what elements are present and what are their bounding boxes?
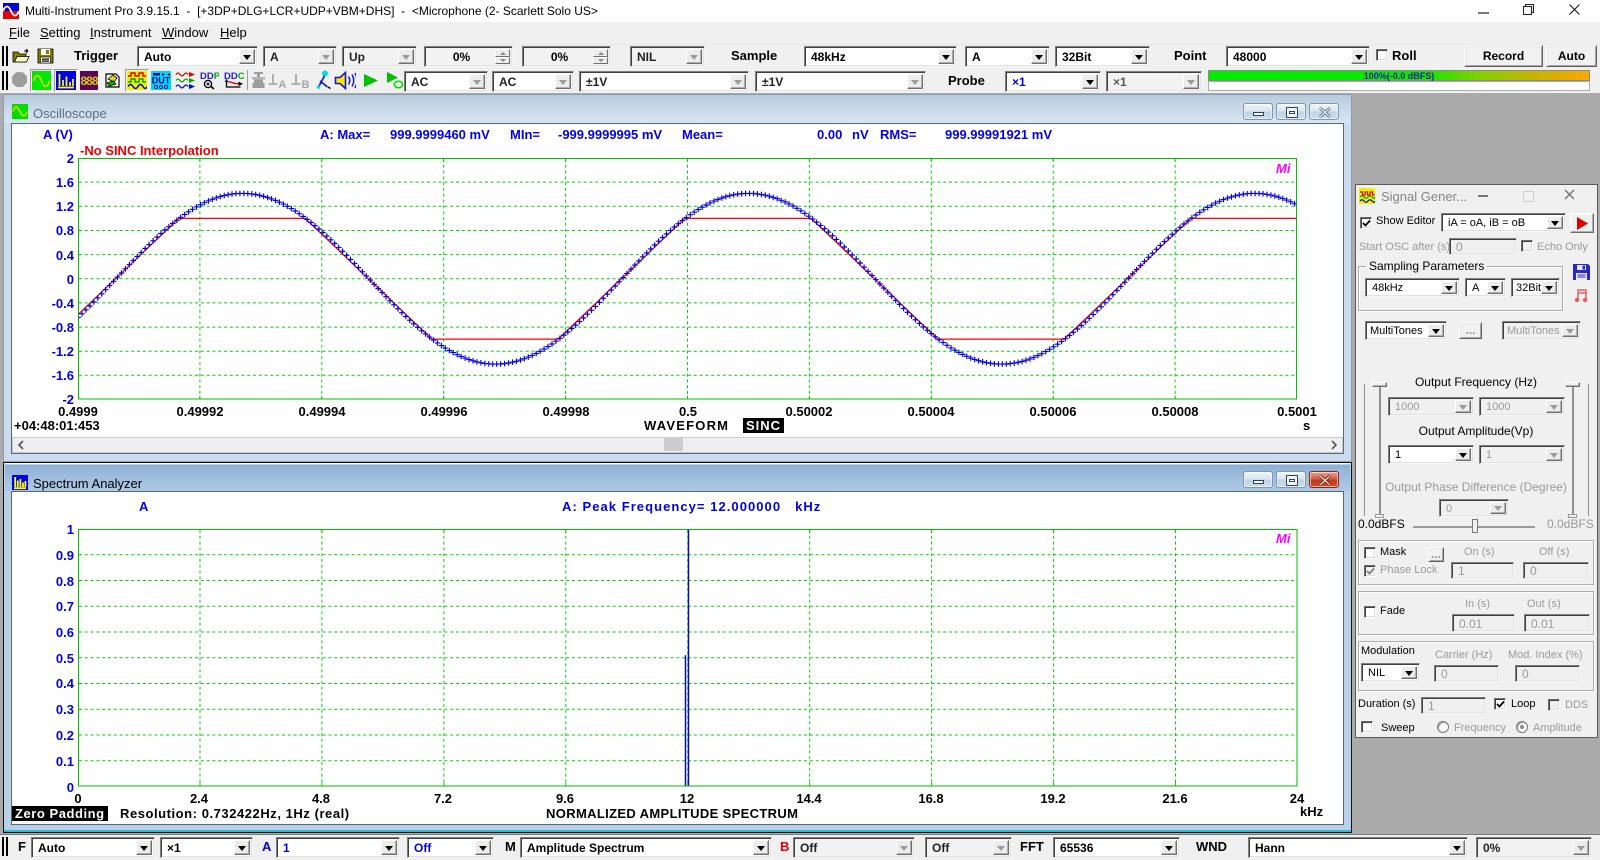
svg-text:DUT: DUT	[152, 76, 171, 86]
svg-text:A: A	[279, 79, 287, 89]
svg-text:888: 888	[80, 74, 98, 88]
svg-text:B: B	[302, 79, 310, 89]
